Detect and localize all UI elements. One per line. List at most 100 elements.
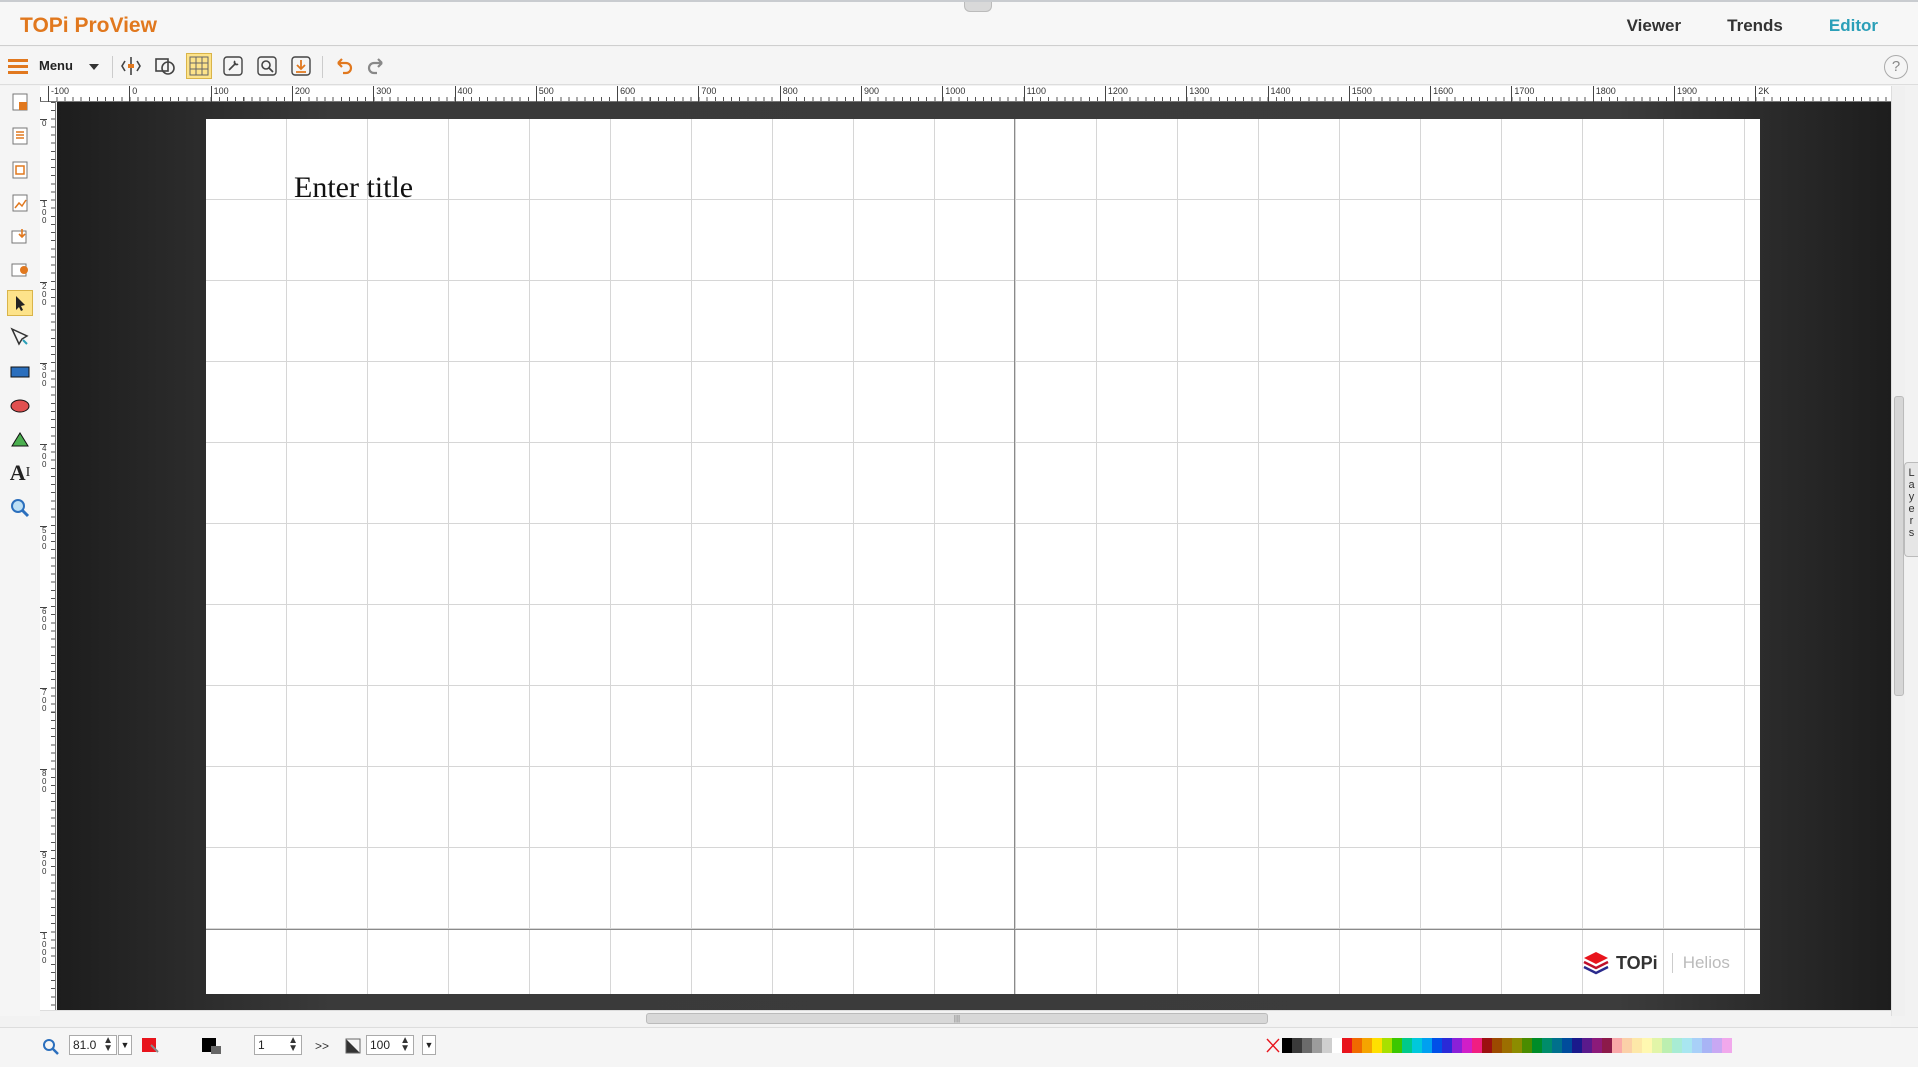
zoom-tool-icon[interactable]: [7, 495, 33, 521]
no-color-icon[interactable]: [1266, 1038, 1280, 1053]
ruler-tick-label: 600: [617, 86, 635, 102]
horizontal-scroll-thumb[interactable]: |||: [646, 1013, 1268, 1024]
insert-text-box-icon[interactable]: [7, 89, 33, 115]
zoom-input[interactable]: 81.0 ▲ ▼: [69, 1035, 117, 1055]
pen-tool-icon[interactable]: [7, 324, 33, 350]
palette-swatch[interactable]: [1692, 1038, 1702, 1053]
ruler-tick-label: 400: [40, 444, 47, 470]
text-tool-icon[interactable]: AI: [7, 460, 33, 486]
zoom-icon[interactable]: [42, 1038, 60, 1056]
palette-swatch[interactable]: [1662, 1038, 1672, 1053]
palette-swatch[interactable]: [1622, 1038, 1632, 1053]
nav-trends[interactable]: Trends: [1727, 16, 1783, 36]
palette-swatch[interactable]: [1562, 1038, 1572, 1053]
ruler-tick-label: 800: [40, 769, 47, 795]
palette-swatch[interactable]: [1722, 1038, 1732, 1053]
palette-swatch[interactable]: [1302, 1038, 1312, 1053]
redo-icon[interactable]: [364, 53, 390, 79]
palette-swatch[interactable]: [1402, 1038, 1412, 1053]
grid-toggle-icon[interactable]: [186, 53, 212, 79]
collapse-handle[interactable]: [964, 2, 992, 12]
palette-swatch[interactable]: [1452, 1038, 1462, 1053]
search-icon[interactable]: [254, 53, 280, 79]
center-align-icon[interactable]: [118, 53, 144, 79]
palette-swatch[interactable]: [1362, 1038, 1372, 1053]
insert-list-icon[interactable]: [7, 123, 33, 149]
palette-swatch[interactable]: [1592, 1038, 1602, 1053]
footer-guide-line: [206, 929, 1760, 930]
palette-swatch[interactable]: [1612, 1038, 1622, 1053]
palette-swatch[interactable]: [1552, 1038, 1562, 1053]
vertical-scrollbar[interactable]: [1891, 86, 1905, 1016]
opacity-stepper-icon[interactable]: ▲ ▼: [400, 1036, 410, 1054]
palette-swatch[interactable]: [1422, 1038, 1432, 1053]
palette-swatch[interactable]: [1292, 1038, 1302, 1053]
palette-swatch[interactable]: [1512, 1038, 1522, 1053]
toolbar-separator: [322, 56, 323, 78]
page-title-text[interactable]: Enter title: [294, 171, 413, 205]
zoom-dropdown-icon[interactable]: ▼: [118, 1035, 132, 1055]
palette-swatch[interactable]: [1472, 1038, 1482, 1053]
ruler-tick-label: -100: [48, 86, 69, 102]
export-icon[interactable]: [7, 256, 33, 282]
palette-swatch[interactable]: [1682, 1038, 1692, 1053]
opacity-input[interactable]: 100 ▲ ▼: [366, 1035, 414, 1055]
palette-swatch[interactable]: [1392, 1038, 1402, 1053]
download-icon[interactable]: [288, 53, 314, 79]
horizontal-scrollbar[interactable]: |||: [40, 1010, 1891, 1026]
palette-swatch[interactable]: [1342, 1038, 1352, 1053]
palette-swatch[interactable]: [1602, 1038, 1612, 1053]
palette-swatch[interactable]: [1522, 1038, 1532, 1053]
palette-swatch[interactable]: [1482, 1038, 1492, 1053]
nav-viewer[interactable]: Viewer: [1627, 16, 1682, 36]
zoom-stepper-icon[interactable]: ▲ ▼: [103, 1036, 113, 1054]
rectangle-tool-icon[interactable]: [7, 359, 33, 385]
palette-swatch[interactable]: [1352, 1038, 1362, 1053]
polygon-tool-icon[interactable]: [7, 426, 33, 452]
palette-swatch[interactable]: [1712, 1038, 1722, 1053]
palette-swatch[interactable]: [1382, 1038, 1392, 1053]
shapes-icon[interactable]: [152, 53, 178, 79]
palette-swatch[interactable]: [1432, 1038, 1442, 1053]
help-button[interactable]: ?: [1884, 55, 1908, 79]
palette-swatch[interactable]: [1322, 1038, 1332, 1053]
palette-swatch[interactable]: [1312, 1038, 1322, 1053]
drawing-canvas[interactable]: Enter title TOPi Helios: [57, 102, 1891, 1014]
palette-swatch[interactable]: [1542, 1038, 1552, 1053]
menu-dropdown-icon[interactable]: [89, 64, 99, 75]
page-stepper-icon[interactable]: ▲ ▼: [288, 1036, 298, 1054]
palette-swatch[interactable]: [1672, 1038, 1682, 1053]
palette-swatch[interactable]: [1532, 1038, 1542, 1053]
ruler-tick-label: 100: [210, 86, 229, 102]
palette-swatch[interactable]: [1652, 1038, 1662, 1053]
palette-swatch[interactable]: [1572, 1038, 1582, 1053]
menu-button[interactable]: Menu: [39, 58, 73, 73]
insert-chart-icon[interactable]: [7, 190, 33, 216]
page-sheet[interactable]: Enter title TOPi Helios: [206, 119, 1760, 994]
wrench-icon[interactable]: [220, 53, 246, 79]
import-icon[interactable]: [7, 223, 33, 249]
nav-editor[interactable]: Editor: [1829, 16, 1878, 36]
palette-swatch[interactable]: [1492, 1038, 1502, 1053]
insert-frame-icon[interactable]: [7, 157, 33, 183]
palette-swatch[interactable]: [1462, 1038, 1472, 1053]
page-number-input[interactable]: 1 ▲ ▼: [254, 1035, 302, 1055]
palette-swatch[interactable]: [1502, 1038, 1512, 1053]
palette-swatch[interactable]: [1412, 1038, 1422, 1053]
select-pointer-icon[interactable]: [7, 290, 33, 316]
palette-swatch[interactable]: [1702, 1038, 1712, 1053]
vertical-scroll-thumb[interactable]: [1894, 396, 1904, 696]
opacity-dropdown-icon[interactable]: ▼: [422, 1035, 436, 1055]
hamburger-icon[interactable]: [5, 53, 31, 79]
layers-tab[interactable]: Layers: [1904, 462, 1918, 557]
palette-swatch[interactable]: [1582, 1038, 1592, 1053]
palette-swatch[interactable]: [1372, 1038, 1382, 1053]
ellipse-tool-icon[interactable]: [7, 393, 33, 419]
palette-swatch[interactable]: [1332, 1038, 1342, 1053]
undo-icon[interactable]: [330, 53, 356, 79]
next-page-button[interactable]: >>: [315, 1039, 329, 1053]
palette-swatch[interactable]: [1282, 1038, 1292, 1053]
palette-swatch[interactable]: [1642, 1038, 1652, 1053]
palette-swatch[interactable]: [1442, 1038, 1452, 1053]
palette-swatch[interactable]: [1632, 1038, 1642, 1053]
